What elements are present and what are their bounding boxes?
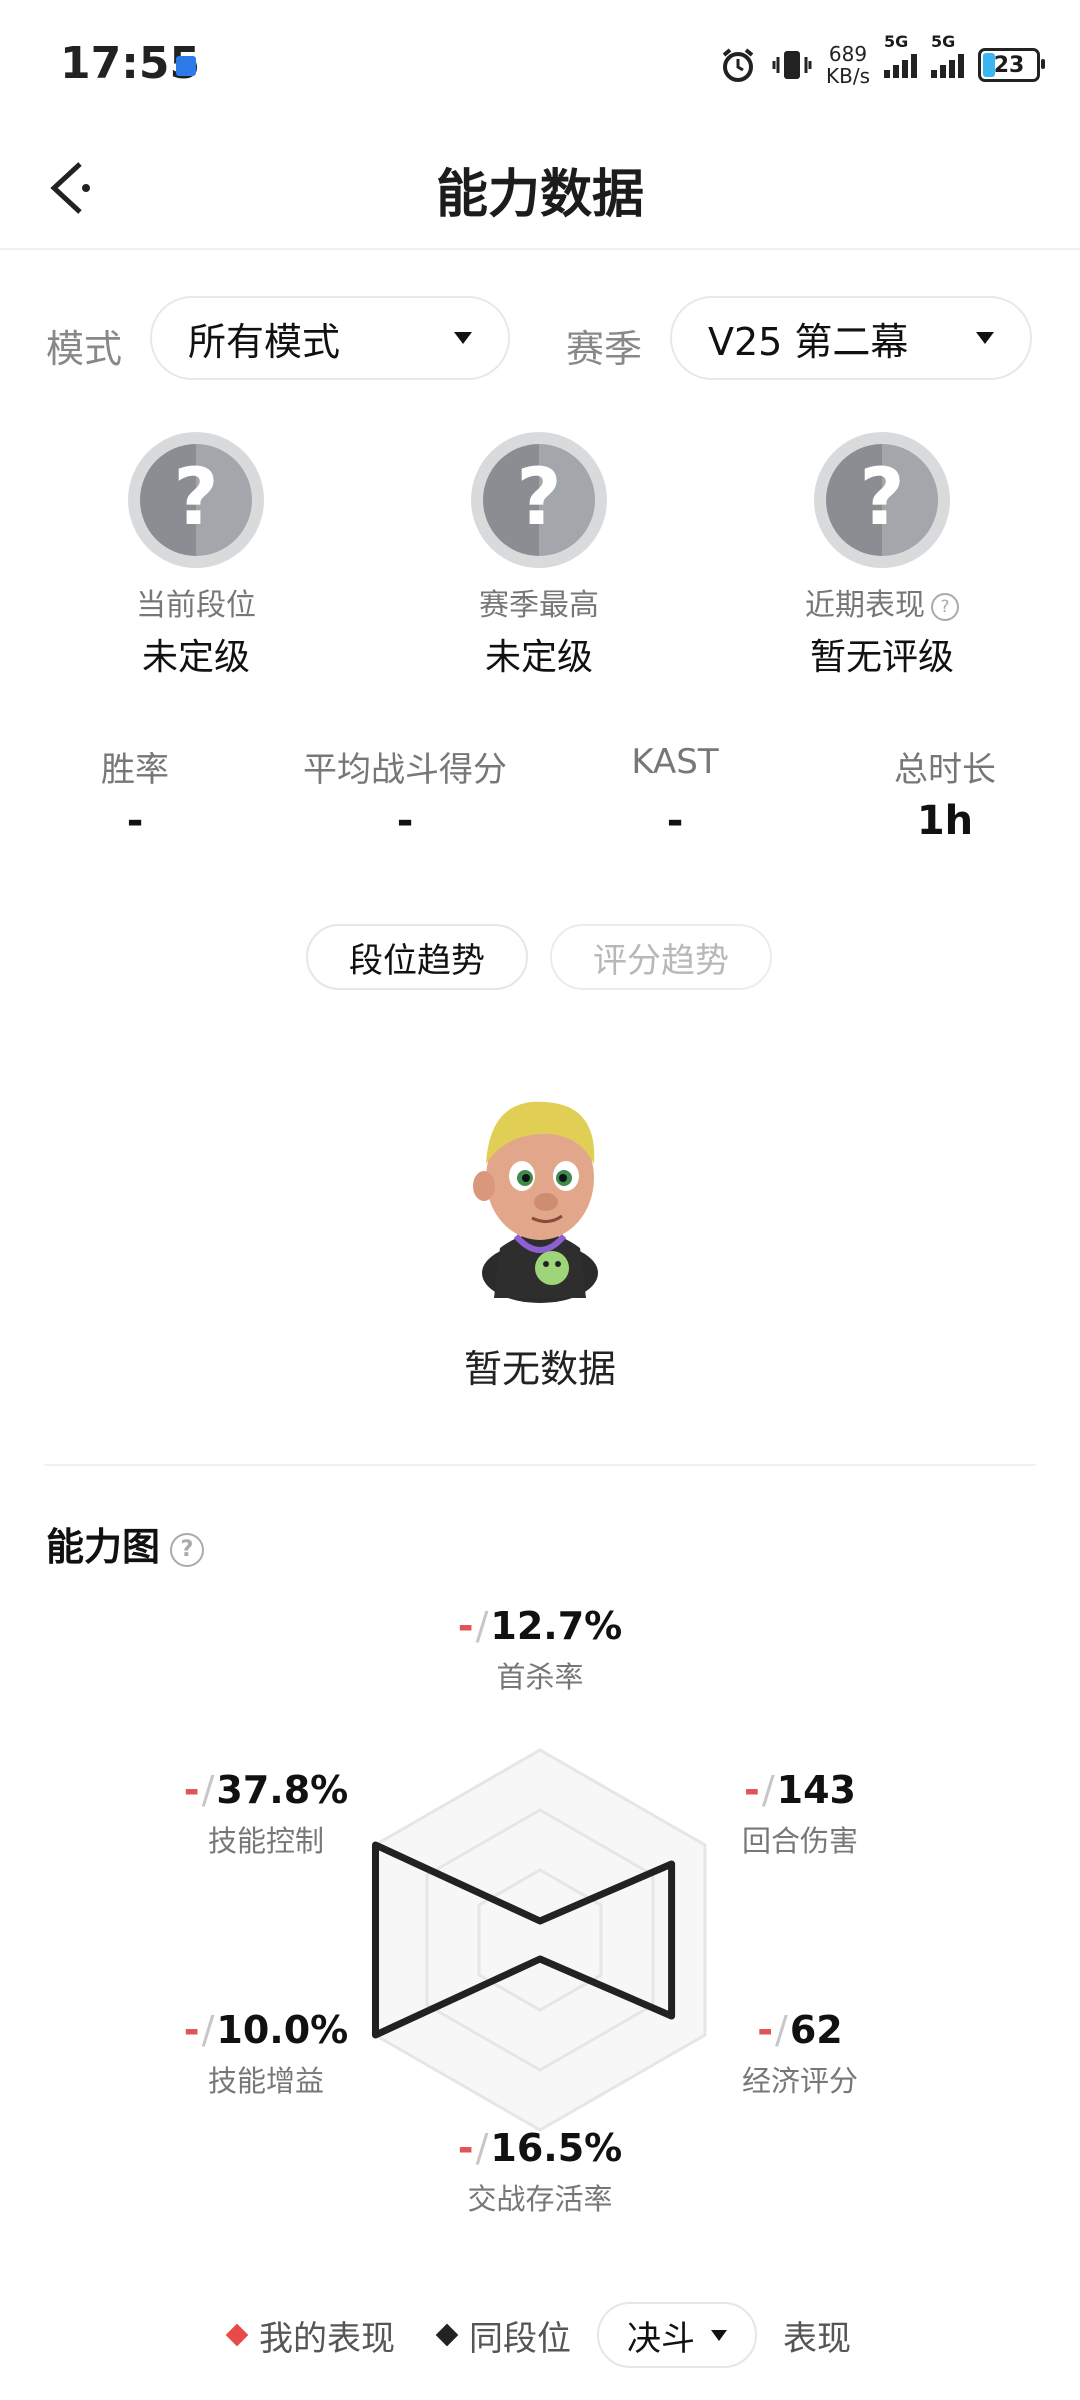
- season-high-rank-badge: ?: [471, 432, 607, 568]
- legend-mine: 我的表现: [225, 2311, 395, 2360]
- metric-economy: -/62 经济评分: [660, 2008, 940, 2100]
- status-icons: 689 KB/s 5G 5G 23: [718, 32, 1045, 90]
- rank-label: 赛季最高: [479, 588, 599, 623]
- network-speed: 689 KB/s: [826, 43, 870, 87]
- net-speed-value: 689: [828, 42, 868, 66]
- signal-label-2: 5G: [931, 32, 956, 51]
- legend-peer-label: 同段位: [469, 2318, 571, 2359]
- metric-skill-buff: -/10.0% 技能增益: [126, 2008, 406, 2100]
- metric-survival: -/16.5% 交战存活率: [400, 2126, 680, 2218]
- metric-peer-value: 10.0%: [216, 2008, 349, 2052]
- unknown-rank-icon: ?: [173, 453, 219, 543]
- metric-label: 首杀率: [496, 1660, 584, 1694]
- alarm-icon: [722, 48, 754, 82]
- header-divider: [0, 248, 1080, 250]
- net-speed-unit: KB/s: [826, 64, 870, 88]
- metric-label: 技能控制: [207, 1824, 324, 1858]
- black-diamond-icon: [435, 2323, 459, 2347]
- stat-label: 总时长: [894, 750, 996, 790]
- caret-down-icon: [976, 332, 994, 344]
- rank-label: 当前段位: [136, 588, 256, 623]
- mode-value: 所有模式: [188, 319, 341, 364]
- signal-icon: 5G: [884, 32, 917, 78]
- help-icon[interactable]: ?: [931, 592, 959, 621]
- metric-round-damage: -/143 回合伤害: [660, 1768, 940, 1860]
- rank-value: 暂无评级: [809, 637, 954, 678]
- red-diamond-icon: [225, 2323, 249, 2347]
- metric-label: 技能增益: [207, 2064, 324, 2098]
- legend-peer: 同段位: [435, 2311, 571, 2360]
- metric-mine-value: -: [183, 1768, 200, 1812]
- signal-icon-2: 5G: [931, 32, 964, 78]
- metric-mine-value: -: [457, 1604, 474, 1648]
- tab-rank-trend[interactable]: 段位趋势: [306, 924, 528, 990]
- empty-state-mascot: [473, 1101, 598, 1303]
- recent-performance-badge: ?: [814, 432, 950, 568]
- ability-section-title: 能力图?: [46, 1516, 205, 1571]
- rank-label-with-help: 近期表现?: [732, 580, 1032, 624]
- metric-mine-value: -: [457, 2126, 474, 2170]
- vibrate-icon: [772, 51, 812, 79]
- metric-skill-control: -/37.8% 技能控制: [126, 1768, 406, 1860]
- stat-value: -: [126, 798, 144, 844]
- unknown-rank-icon: ?: [859, 453, 905, 543]
- season-select[interactable]: V25 第二幕: [670, 296, 1032, 380]
- stat-label: 胜率: [101, 750, 169, 790]
- battery-icon: 23: [978, 48, 1045, 82]
- metric-mine-value: -: [757, 2008, 774, 2052]
- chart-legend: 我的表现 同段位 决斗 表现: [0, 2300, 1080, 2370]
- mode-select[interactable]: 所有模式: [150, 296, 510, 380]
- unknown-rank-icon: ?: [516, 453, 562, 543]
- season-value: V25 第二幕: [708, 319, 909, 364]
- signal-label-1: 5G: [884, 32, 909, 51]
- metric-peer-value: 143: [776, 1768, 856, 1812]
- metric-peer-value: 37.8%: [216, 1768, 349, 1812]
- metric-label: 交战存活率: [467, 2182, 613, 2216]
- metric-label: 回合伤害: [741, 1824, 858, 1858]
- metric-mine-value: -: [744, 1768, 760, 1812]
- battery-level: 23: [993, 52, 1025, 78]
- rank-value: 未定级: [484, 637, 593, 678]
- caret-down-icon: [454, 332, 472, 344]
- metric-peer-value: 62: [789, 2008, 843, 2052]
- app-notification-icon: [176, 56, 196, 76]
- stat-value: -: [666, 798, 684, 844]
- legend-mine-label: 我的表现: [259, 2318, 395, 2359]
- help-icon[interactable]: ?: [170, 1532, 205, 1567]
- rank-label: 近期表现: [805, 588, 925, 623]
- metric-first-kill: -/12.7% 首杀率: [400, 1604, 680, 1696]
- metric-peer-value: 16.5%: [490, 2126, 623, 2170]
- page-title: 能力数据: [435, 165, 644, 225]
- ability-title: 能力图: [46, 1525, 161, 1569]
- empty-state-text: 暂无数据: [463, 1347, 616, 1391]
- metric-label: 经济评分: [741, 2064, 858, 2098]
- season-label: 赛季: [566, 327, 643, 371]
- stat-value: 1h: [916, 798, 974, 844]
- current-rank-badge: ?: [128, 432, 264, 568]
- peer-role-select[interactable]: 决斗: [597, 2302, 757, 2368]
- radar-ring-outer: [373, 1748, 707, 2132]
- caret-down-icon: [711, 2329, 727, 2341]
- metric-mine-value: -: [183, 2008, 200, 2052]
- peer-role-value: 决斗: [627, 2318, 695, 2359]
- stat-value: -: [396, 798, 414, 844]
- tab-score-trend[interactable]: 评分趋势: [550, 924, 772, 990]
- metric-peer-value: 12.7%: [490, 1604, 623, 1648]
- legend-suffix: 表现: [783, 2318, 851, 2359]
- stat-label: KAST: [631, 742, 719, 782]
- section-divider: [44, 1464, 1036, 1466]
- mode-label: 模式: [46, 327, 123, 371]
- rank-value: 未定级: [141, 637, 250, 678]
- stat-label: 平均战斗得分: [303, 750, 507, 790]
